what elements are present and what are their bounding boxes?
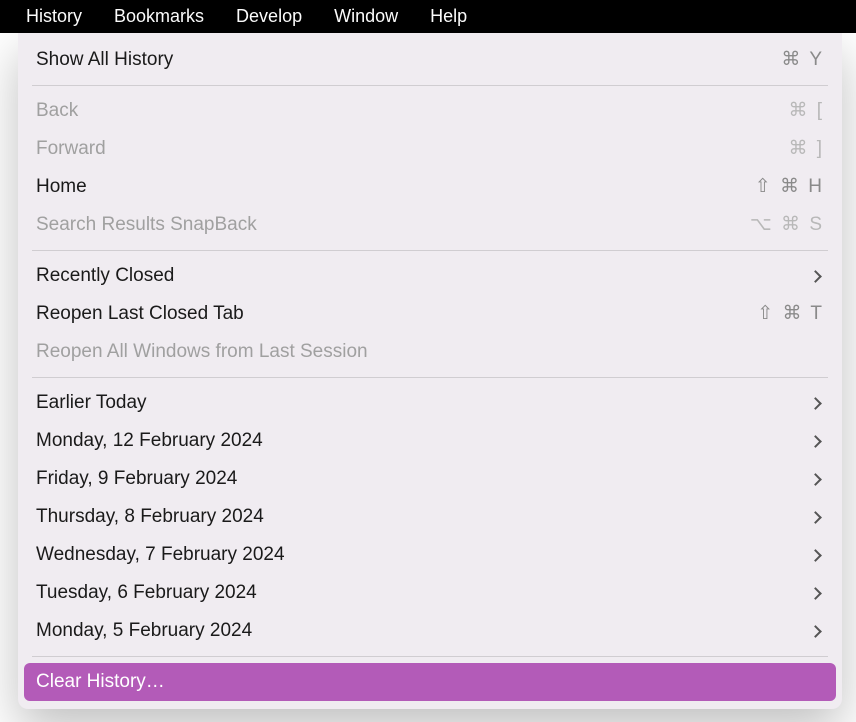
- keyboard-shortcut: ⌘ ]: [788, 134, 824, 164]
- menu-label: Monday, 5 February 2024: [36, 616, 811, 646]
- menu-item-back: Back ⌘ [: [18, 92, 842, 130]
- menubar-item-help[interactable]: Help: [414, 0, 483, 33]
- menubar-item-develop[interactable]: Develop: [220, 0, 318, 33]
- menu-item-history-date[interactable]: Monday, 5 February 2024: [18, 612, 842, 650]
- menu-item-history-date[interactable]: Earlier Today: [18, 384, 842, 422]
- menu-label: Thursday, 8 February 2024: [36, 502, 811, 532]
- keyboard-shortcut: ⇧ ⌘ T: [757, 299, 824, 329]
- menu-item-reopen-last-tab[interactable]: Reopen Last Closed Tab ⇧ ⌘ T: [18, 295, 842, 333]
- menu-label: Reopen Last Closed Tab: [36, 299, 757, 329]
- menu-item-history-date[interactable]: Tuesday, 6 February 2024: [18, 574, 842, 612]
- menu-item-clear-history[interactable]: Clear History…: [24, 663, 836, 701]
- chevron-right-icon: [809, 397, 822, 410]
- menu-label: Earlier Today: [36, 388, 811, 418]
- chevron-right-icon: [809, 270, 822, 283]
- menubar-item-history[interactable]: History: [10, 0, 98, 33]
- history-dropdown-menu: Show All History ⌘ Y Back ⌘ [ Forward ⌘ …: [18, 33, 842, 709]
- menu-label: Tuesday, 6 February 2024: [36, 578, 811, 608]
- menu-label: Monday, 12 February 2024: [36, 426, 811, 456]
- chevron-right-icon: [809, 435, 822, 448]
- keyboard-shortcut: ⇧ ⌘ H: [755, 172, 824, 202]
- menu-item-history-date[interactable]: Monday, 12 February 2024: [18, 422, 842, 460]
- chevron-right-icon: [809, 473, 822, 486]
- menu-separator: [32, 85, 828, 86]
- menu-label: Friday, 9 February 2024: [36, 464, 811, 494]
- chevron-right-icon: [809, 587, 822, 600]
- menu-item-reopen-all-windows: Reopen All Windows from Last Session: [18, 333, 842, 371]
- menu-label: Wednesday, 7 February 2024: [36, 540, 811, 570]
- menu-label: Back: [36, 96, 788, 126]
- menu-label: Reopen All Windows from Last Session: [36, 337, 824, 367]
- keyboard-shortcut: ⌘ Y: [781, 45, 824, 75]
- menu-item-history-date[interactable]: Wednesday, 7 February 2024: [18, 536, 842, 574]
- keyboard-shortcut: ⌘ [: [788, 96, 824, 126]
- menu-label: Home: [36, 172, 755, 202]
- chevron-right-icon: [809, 625, 822, 638]
- menu-label: Clear History…: [36, 667, 824, 697]
- menu-separator: [32, 250, 828, 251]
- menubar-item-bookmarks[interactable]: Bookmarks: [98, 0, 220, 33]
- menu-separator: [32, 377, 828, 378]
- menu-item-history-date[interactable]: Thursday, 8 February 2024: [18, 498, 842, 536]
- menu-separator: [32, 656, 828, 657]
- menu-item-show-all-history[interactable]: Show All History ⌘ Y: [18, 41, 842, 79]
- menu-label: Recently Closed: [36, 261, 811, 291]
- chevron-right-icon: [809, 511, 822, 524]
- menu-item-search-snapback: Search Results SnapBack ⌥ ⌘ S: [18, 206, 842, 244]
- chevron-right-icon: [809, 549, 822, 562]
- menubar-item-window[interactable]: Window: [318, 0, 414, 33]
- menu-label: Forward: [36, 134, 788, 164]
- menu-item-recently-closed[interactable]: Recently Closed: [18, 257, 842, 295]
- menu-item-history-date[interactable]: Friday, 9 February 2024: [18, 460, 842, 498]
- menu-item-home[interactable]: Home ⇧ ⌘ H: [18, 168, 842, 206]
- menu-label: Search Results SnapBack: [36, 210, 750, 240]
- menu-item-forward: Forward ⌘ ]: [18, 130, 842, 168]
- keyboard-shortcut: ⌥ ⌘ S: [750, 210, 824, 240]
- menu-label: Show All History: [36, 45, 781, 75]
- menubar: History Bookmarks Develop Window Help: [0, 0, 856, 33]
